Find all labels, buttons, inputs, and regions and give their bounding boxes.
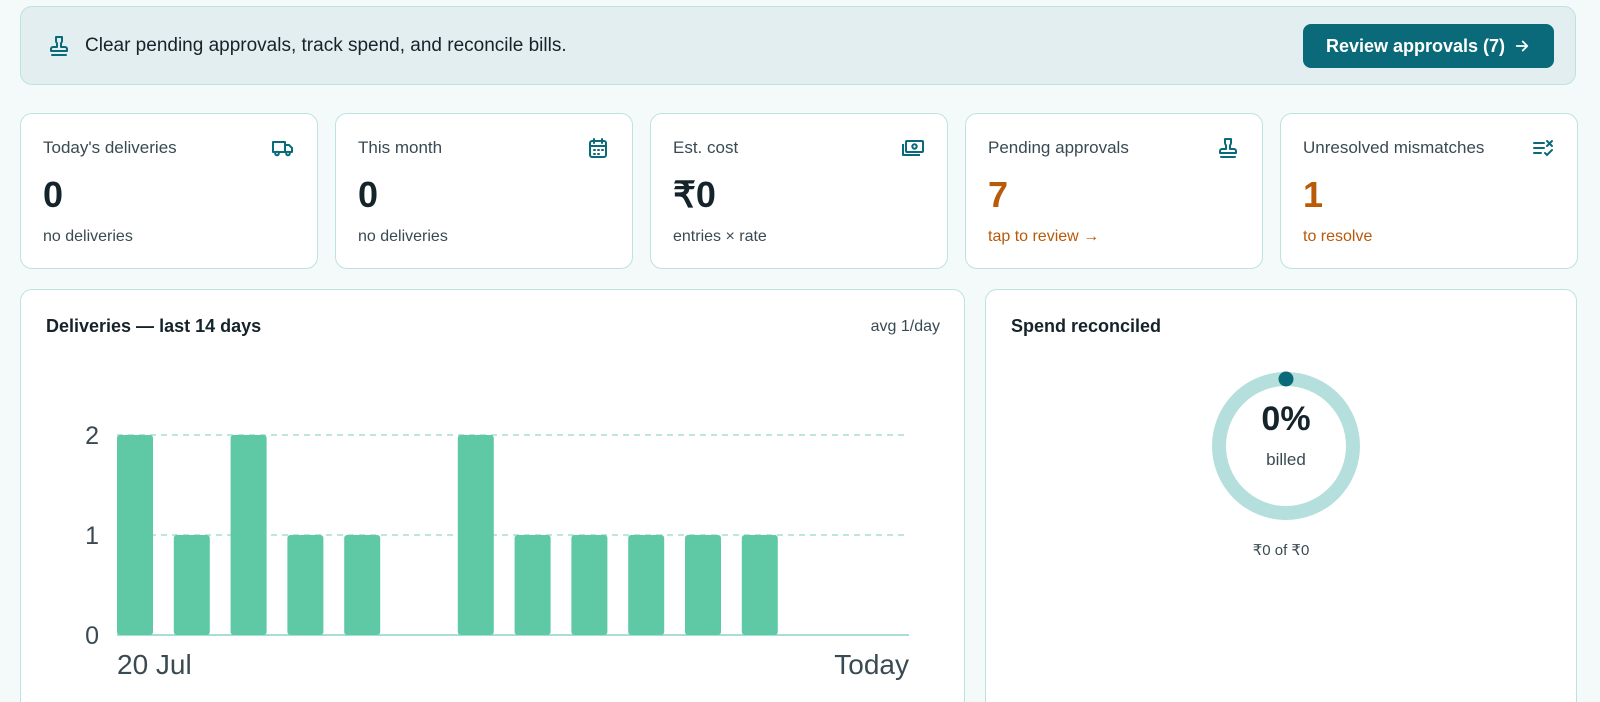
billed-percent: 0%	[1261, 400, 1311, 438]
panel-title: Deliveries — last 14 days	[46, 316, 262, 336]
calendar-icon	[589, 138, 607, 158]
delivery-bar	[571, 535, 608, 635]
stat-label: Pending approvals	[988, 138, 1129, 157]
deliveries-chart-panel: 0 1 2 20 Jul Today Deliveries — last 14 days…	[20, 289, 965, 702]
x-tick-label-end: Today	[834, 649, 909, 680]
delivery-bar	[685, 535, 721, 635]
stat-card-pending-approvals[interactable]: Pending approvals 7 tap to review →	[965, 113, 1263, 269]
billed-progress-ring: 0% billed	[1206, 366, 1366, 526]
stat-label: This month	[358, 138, 443, 157]
arrow-right-icon	[1515, 40, 1529, 52]
progress-ring	[1212, 371, 1360, 520]
stat-label: Today's deliveries	[43, 138, 177, 157]
stat-value: ₹0	[673, 174, 716, 215]
review-approvals-label: Review approvals (7)	[1325, 35, 1506, 56]
stat-value: 0	[358, 174, 379, 215]
stat-label: Est. cost	[673, 138, 739, 157]
stat-value: 0	[43, 174, 64, 215]
stamp-icon	[1219, 138, 1237, 158]
list-x-icon	[1533, 140, 1553, 157]
billed-label: billed	[1266, 450, 1306, 469]
stat-subtext: no deliveries	[43, 228, 133, 245]
stat-subtext: no deliveries	[358, 228, 448, 245]
stamp-icon	[50, 36, 68, 56]
delivery-bar	[457, 435, 494, 635]
approvals-banner: Clear pending approvals, track spend, an…	[20, 6, 1576, 85]
y-tick-label: 0	[85, 622, 99, 650]
tap-to-review-link[interactable]: tap to review →	[988, 228, 1099, 246]
billed-amount: ₹0 of ₹0	[1252, 542, 1310, 559]
delivery-bar	[514, 535, 551, 635]
review-approvals-button[interactable]: Review approvals (7)	[1303, 24, 1554, 68]
panel-title: Spend reconciled	[1011, 316, 1162, 336]
delivery-bar	[287, 535, 324, 635]
stat-label: Unresolved mismatches	[1303, 138, 1485, 157]
delivery-bar	[173, 535, 210, 635]
delivery-bar	[344, 535, 381, 635]
y-tick-label: 2	[85, 422, 99, 450]
spend-reconciled-panel: Spend reconciled 0% billed ₹0 of ₹0	[985, 289, 1577, 702]
delivery-bar	[741, 535, 778, 635]
banner-message: Clear pending approvals, track spend, an…	[85, 35, 567, 56]
truck-icon	[272, 141, 293, 157]
stat-card-this-month: This month 0 no deliveries	[335, 113, 633, 269]
average-per-day: avg 1/day	[870, 318, 940, 335]
deliveries-bar-chart: 0 1 2 20 Jul Today	[85, 422, 909, 680]
stat-subtext: entries × rate	[673, 228, 767, 245]
ring-progress-dot	[1278, 371, 1294, 387]
stat-value: 1	[1303, 174, 1324, 215]
cash-icon	[902, 140, 924, 156]
delivery-bar	[628, 535, 665, 635]
x-tick-label-start: 20 Jul	[117, 649, 192, 680]
delivery-bar	[117, 435, 153, 635]
delivery-bar	[230, 435, 267, 635]
stat-subtext: to resolve	[1303, 228, 1373, 245]
stat-card-est-cost: Est. cost ₹0 entries × rate	[650, 113, 948, 269]
y-tick-label: 1	[85, 522, 99, 550]
stat-card-todays-deliveries: Today's deliveries 0 no deliveries	[20, 113, 318, 269]
stat-card-unresolved-mismatches: Unresolved mismatches 1 to resolve	[1280, 113, 1578, 269]
stat-value: 7	[988, 174, 1009, 215]
